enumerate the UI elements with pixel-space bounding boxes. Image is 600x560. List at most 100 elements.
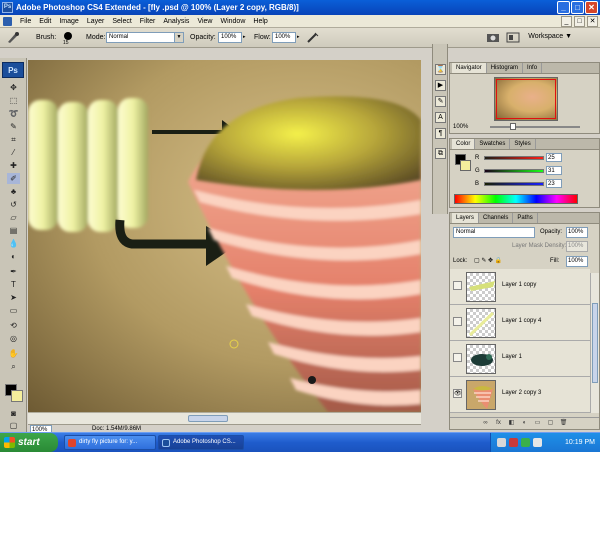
quick-select-tool-icon[interactable]: ✎ <box>7 121 20 132</box>
start-button[interactable]: start <box>0 433 58 452</box>
b-value[interactable]: 23 <box>546 179 562 188</box>
brush-tool-icon[interactable]: ✐ <box>7 173 20 184</box>
slider-knob[interactable] <box>510 123 516 130</box>
tab-layers[interactable]: Layers <box>452 213 480 223</box>
tab-swatches[interactable]: Swatches <box>475 139 511 149</box>
delete-icon[interactable]: 🗑 <box>559 418 568 429</box>
healing-tool-icon[interactable]: ✚ <box>7 160 20 171</box>
layer-row[interactable]: Layer 1 <box>450 341 590 377</box>
tray-app-icon[interactable] <box>521 438 530 447</box>
layer-name[interactable]: Layer 1 <box>502 354 522 360</box>
tab-channels[interactable]: Channels <box>479 213 514 223</box>
marquee-tool-icon[interactable]: ⬚ <box>7 95 20 106</box>
navigator-view-box[interactable] <box>496 79 556 119</box>
taskbar-item-browser[interactable]: dirty fly picture for: y... <box>64 435 156 450</box>
minimize-button[interactable]: _ <box>557 1 570 14</box>
maximize-button[interactable]: □ <box>571 1 584 14</box>
doc-close-button[interactable]: ✕ <box>587 16 598 27</box>
tool-presets-icon[interactable]: ✎ <box>435 96 446 107</box>
tray-network-icon[interactable] <box>497 438 506 447</box>
lock-icons[interactable]: ▢ ✎ ✥ 🔒 <box>474 257 502 264</box>
history-panel-icon[interactable]: ⌛ <box>435 64 446 75</box>
paragraph-panel-icon[interactable]: ¶ <box>435 128 446 139</box>
layer-name[interactable]: Layer 1 copy <box>502 282 536 288</box>
shape-tool-icon[interactable]: ▭ <box>7 305 20 316</box>
layer-opacity-input[interactable]: 100% <box>566 227 588 238</box>
opacity-arrow-icon[interactable]: ▸ <box>243 34 246 40</box>
r-slider[interactable] <box>484 156 544 160</box>
tab-navigator[interactable]: Navigator <box>452 63 487 73</box>
scroll-thumb[interactable] <box>188 415 228 422</box>
horizontal-scrollbar[interactable] <box>28 412 421 424</box>
b-slider[interactable] <box>484 182 544 186</box>
menu-image[interactable]: Image <box>55 15 82 28</box>
clone-source-icon[interactable]: ⧉ <box>435 148 446 159</box>
airbrush-icon[interactable] <box>306 31 320 44</box>
new-layer-icon[interactable]: ▢ <box>546 418 555 429</box>
mask-icon[interactable]: ◧ <box>507 418 516 429</box>
quick-mask-icon[interactable]: ◙ <box>7 408 20 419</box>
pen-tool-icon[interactable]: ✒ <box>7 266 20 277</box>
layer-name[interactable]: Layer 1 copy 4 <box>502 318 541 324</box>
menu-file[interactable]: File <box>16 15 35 28</box>
g-slider[interactable] <box>484 169 544 173</box>
type-tool-icon[interactable]: T <box>7 279 20 290</box>
history-brush-tool-icon[interactable]: ↺ <box>7 199 20 210</box>
layer-name[interactable]: Layer 2 copy 3 <box>502 390 541 396</box>
tab-info[interactable]: Info <box>523 63 543 73</box>
tab-styles[interactable]: Styles <box>510 139 536 149</box>
workspace-button[interactable]: Workspace ▼ <box>528 33 572 40</box>
screen-mode-icon[interactable]: ▢ <box>7 420 20 431</box>
3d-orbit-tool-icon[interactable]: ◎ <box>7 333 20 344</box>
visibility-toggle[interactable] <box>453 317 462 326</box>
color-bg-swatch[interactable] <box>460 160 471 171</box>
tray-security-icon[interactable] <box>509 438 518 447</box>
blend-mode-select[interactable]: Normal <box>453 227 535 238</box>
menu-filter[interactable]: Filter <box>136 15 160 28</box>
color-spectrum[interactable] <box>454 194 578 204</box>
zoom-tool-icon[interactable]: ⌕ <box>7 361 20 372</box>
visibility-toggle[interactable] <box>453 353 462 362</box>
3d-rotate-tool-icon[interactable]: ⟲ <box>7 320 20 331</box>
link-layers-icon[interactable]: ∞ <box>481 418 490 429</box>
layers-scrollbar[interactable] <box>590 273 599 413</box>
blur-tool-icon[interactable]: 💧 <box>7 238 20 249</box>
background-color-swatch[interactable] <box>11 390 23 402</box>
actions-panel-icon[interactable]: ▶ <box>435 80 446 91</box>
layers-scroll-thumb[interactable] <box>592 303 598 383</box>
gradient-tool-icon[interactable]: ▤ <box>7 225 20 236</box>
menu-analysis[interactable]: Analysis <box>159 15 193 28</box>
mode-select[interactable]: Normal ▼ <box>106 32 184 43</box>
flow-arrow-icon[interactable]: ▸ <box>297 34 300 40</box>
path-select-tool-icon[interactable]: ➤ <box>7 292 20 303</box>
visibility-toggle[interactable] <box>453 281 462 290</box>
fill-input[interactable]: 100% <box>566 256 588 267</box>
layer-row[interactable]: Layer 1 copy 4 <box>450 305 590 341</box>
group-icon[interactable]: ▭ <box>533 418 542 429</box>
tab-color[interactable]: Color <box>452 139 476 149</box>
lasso-tool-icon[interactable]: ➰ <box>7 108 20 119</box>
menu-select[interactable]: Select <box>108 15 135 28</box>
layer-row[interactable]: Layer 1 copy <box>450 269 590 305</box>
clone-stamp-tool-icon[interactable]: ♣ <box>7 186 20 197</box>
tray-volume-icon[interactable] <box>533 438 542 447</box>
dodge-tool-icon[interactable]: ◐ <box>7 251 20 262</box>
brush-preset-icon[interactable] <box>6 31 20 44</box>
adjustment-icon[interactable]: ◐ <box>520 418 529 429</box>
eye-icon[interactable]: 👁 <box>453 389 462 398</box>
move-tool-icon[interactable]: ✥ <box>7 82 20 93</box>
layer-row[interactable]: 👁 Layer 2 copy 3 <box>450 377 590 413</box>
close-button[interactable]: ✕ <box>585 1 598 14</box>
ps-menu-icon[interactable] <box>3 17 12 26</box>
menu-layer[interactable]: Layer <box>83 15 109 28</box>
tab-histogram[interactable]: Histogram <box>487 63 524 73</box>
opacity-input[interactable]: 100% <box>218 32 242 43</box>
navigator-thumbnail[interactable] <box>494 77 558 121</box>
flow-input[interactable]: 100% <box>272 32 296 43</box>
navigator-zoom-slider[interactable] <box>490 123 580 130</box>
camera-icon[interactable] <box>486 31 500 44</box>
menu-window[interactable]: Window <box>216 15 249 28</box>
doc-minimize-button[interactable]: _ <box>561 16 572 27</box>
tab-paths[interactable]: Paths <box>513 213 538 223</box>
menu-help[interactable]: Help <box>249 15 271 28</box>
